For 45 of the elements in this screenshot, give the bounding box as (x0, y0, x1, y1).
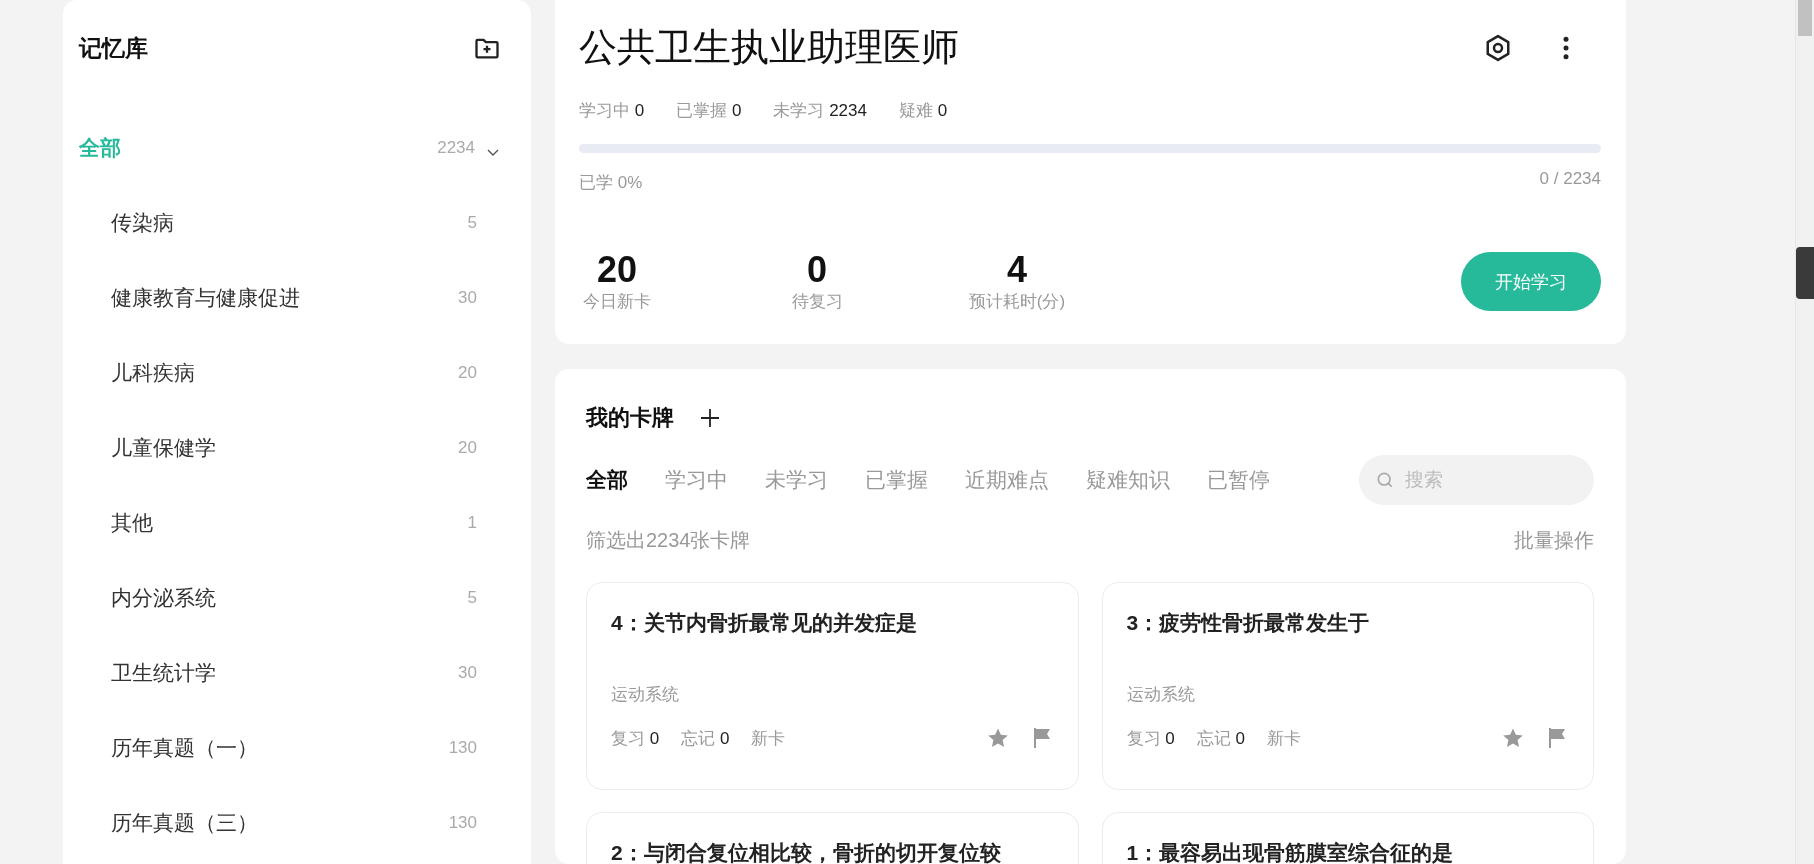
summary-value: 4 (1007, 250, 1027, 290)
tree-item[interactable]: 内分泌系统 5 (79, 560, 501, 635)
panel-title: 我的卡牌 (586, 404, 674, 432)
level-meter-widget (1796, 247, 1814, 299)
tree-item[interactable]: 历年真题（一） 130 (79, 710, 501, 785)
plus-icon[interactable] (698, 406, 722, 430)
tree-item[interactable]: 历年真题（三） 130 (79, 785, 501, 860)
review-count: 复习 0 (611, 727, 660, 750)
card-status: 新卡 (1266, 727, 1301, 750)
flashcard[interactable]: 3：疲劳性骨折最常发生于 运动系统 复习 0 忘记 0 新卡 (1101, 582, 1594, 790)
summary-label: 今日新卡 (583, 291, 651, 313)
stat-text: 疑难 0 (898, 100, 948, 122)
filter-result-text: 筛选出2234张卡牌 (586, 528, 751, 553)
flashcard[interactable]: 4：关节内骨折最常见的并发症是 运动系统 复习 0 忘记 0 新卡 (586, 582, 1079, 790)
card-title: 3：疲劳性骨折最常发生于 (1126, 610, 1371, 636)
card-title: 4：关节内骨折最常见的并发症是 (611, 610, 918, 636)
flashcard[interactable]: 2：与闭合复位相比较，骨折的切开复位较 (586, 812, 1079, 864)
scrollbar-thumb[interactable] (1798, 0, 1812, 36)
tree-item[interactable]: 健康教育与健康促进 30 (79, 260, 501, 335)
tree-item[interactable]: 传染病 5 (79, 185, 501, 260)
tree-item[interactable]: 儿童保健学 20 (79, 410, 501, 485)
stat-text: 未学习 2234 (773, 100, 867, 122)
summary-label: 预计耗时(分) (968, 291, 1066, 313)
progress-reading: 0 / 2234 (1539, 169, 1601, 189)
deck-title: 公共卫生执业助理医师 (579, 25, 959, 70)
sidebar-title: 记忆库 (79, 33, 148, 63)
summary-label: 待复习 (791, 291, 843, 313)
progress-label: 已学 0% (579, 172, 643, 194)
card-title: 1：最容易出现骨筋膜室综合征的是 (1126, 840, 1455, 864)
card-category: 运动系统 (611, 684, 680, 706)
tree-item[interactable]: 其他 1 (79, 485, 501, 560)
tree-item[interactable]: 卫生统计学 30 (79, 635, 501, 710)
card-category: 运动系统 (1126, 684, 1196, 706)
summary-value: 0 (807, 250, 827, 290)
card-status: 新卡 (751, 727, 786, 750)
card-title: 2：与闭合复位相比较，骨折的切开复位较 (611, 840, 1002, 864)
forget-count: 忘记 0 (1196, 727, 1245, 750)
stat-text: 学习中 0 (579, 100, 645, 122)
summary-value: 20 (596, 250, 637, 290)
filter-tab[interactable]: 全部 (586, 466, 628, 494)
tree-item[interactable]: 儿科疾病 20 (79, 335, 501, 410)
review-count: 复习 0 (1126, 727, 1175, 750)
flashcard[interactable]: 1：最容易出现骨筋膜室综合征的是 (1101, 812, 1594, 864)
stat-text: 已掌握 0 (676, 100, 742, 122)
forget-count: 忘记 0 (681, 727, 730, 750)
